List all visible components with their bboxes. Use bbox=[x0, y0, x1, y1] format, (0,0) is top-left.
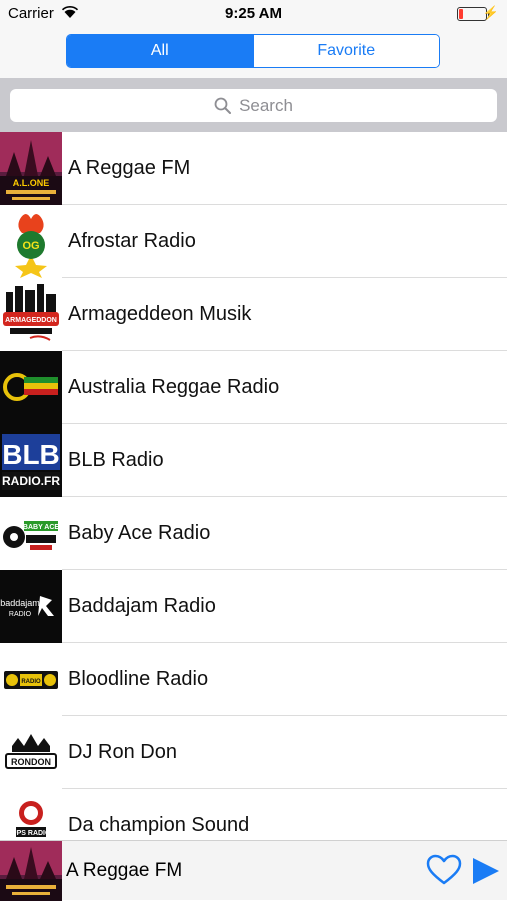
search-input[interactable]: Search bbox=[10, 89, 497, 122]
favorite-heart-icon[interactable] bbox=[426, 854, 462, 891]
now-playing-title: A Reggae FM bbox=[66, 860, 183, 881]
station-logo: baddajam RADIO bbox=[0, 570, 62, 643]
charging-icon: ⚡ bbox=[482, 5, 499, 20]
status-time: 9:25 AM bbox=[225, 5, 282, 22]
station-name: BLB Radio bbox=[68, 449, 164, 471]
station-logo: BABY ACE bbox=[0, 497, 62, 570]
logo-text: ARMAGEDDON bbox=[5, 317, 57, 324]
station-name: Australia Reggae Radio bbox=[68, 376, 280, 398]
station-logo: RADIO bbox=[0, 643, 62, 716]
logo-text: RONDON bbox=[11, 757, 51, 767]
logo-text: RADIO bbox=[21, 679, 41, 685]
logo-text: BABY ACE bbox=[23, 524, 60, 531]
station-name: Baby Ace Radio bbox=[68, 522, 211, 544]
station-name: Bloodline Radio bbox=[68, 668, 209, 690]
list-item[interactable]: BABY ACE Baby Ace Radio bbox=[0, 497, 507, 570]
station-logo bbox=[0, 351, 62, 424]
now-playing-logo bbox=[0, 841, 62, 901]
station-name: Da champion Sound bbox=[68, 814, 250, 836]
list-item[interactable]: UPS RADIO Da champion Sound bbox=[0, 789, 507, 840]
station-logo: UPS RADIO bbox=[0, 789, 62, 840]
station-logo: RONDON bbox=[0, 716, 62, 789]
svg-text:RADIO.FR: RADIO.FR bbox=[2, 474, 60, 488]
station-logo: A.L.ONE bbox=[0, 132, 62, 205]
station-list: A.L.ONE A Reggae FM OG Afrostar Radio AR… bbox=[0, 132, 507, 840]
logo-text: baddajam bbox=[0, 598, 40, 608]
status-bar: Carrier 9:25 AM ⚡ bbox=[0, 0, 507, 28]
search-icon bbox=[214, 97, 232, 114]
logo-text: A.L.ONE bbox=[13, 178, 50, 188]
now-playing-bar[interactable]: A Reggae FM bbox=[0, 840, 507, 901]
station-name: A Reggae FM bbox=[68, 157, 191, 179]
list-item[interactable]: Australia Reggae Radio bbox=[0, 351, 507, 424]
station-logo: OG bbox=[0, 205, 62, 278]
play-icon[interactable] bbox=[471, 856, 501, 891]
station-logo: ARMAGEDDON bbox=[0, 278, 62, 351]
list-item[interactable]: RONDON DJ Ron Don bbox=[0, 716, 507, 789]
list-item[interactable]: BLB RADIO.FR BLB Radio bbox=[0, 424, 507, 497]
station-logo: BLB RADIO.FR bbox=[0, 424, 62, 497]
svg-text:RADIO: RADIO bbox=[9, 611, 32, 618]
nav-header: All Favorite bbox=[0, 28, 507, 78]
list-item[interactable]: OG Afrostar Radio bbox=[0, 205, 507, 278]
tab-all[interactable]: All bbox=[67, 35, 253, 67]
list-item[interactable]: ARMAGEDDON Armageddeon Musik bbox=[0, 278, 507, 351]
logo-text: BLB bbox=[2, 439, 60, 470]
list-item[interactable]: RADIO Bloodline Radio bbox=[0, 643, 507, 716]
station-name: Armageddeon Musik bbox=[68, 303, 252, 325]
segmented-control: All Favorite bbox=[66, 34, 440, 68]
list-item[interactable]: A.L.ONE A Reggae FM bbox=[0, 132, 507, 205]
tab-favorite[interactable]: Favorite bbox=[252, 35, 439, 67]
logo-text: UPS RADIO bbox=[12, 830, 51, 837]
station-name: Afrostar Radio bbox=[68, 230, 196, 252]
search-placeholder: Search bbox=[239, 95, 293, 115]
list-item[interactable]: baddajam RADIO Baddajam Radio bbox=[0, 570, 507, 643]
logo-text: OG bbox=[22, 240, 39, 252]
station-name: DJ Ron Don bbox=[68, 741, 177, 763]
search-bar: Search bbox=[0, 78, 507, 132]
station-name: Baddajam Radio bbox=[68, 595, 216, 617]
